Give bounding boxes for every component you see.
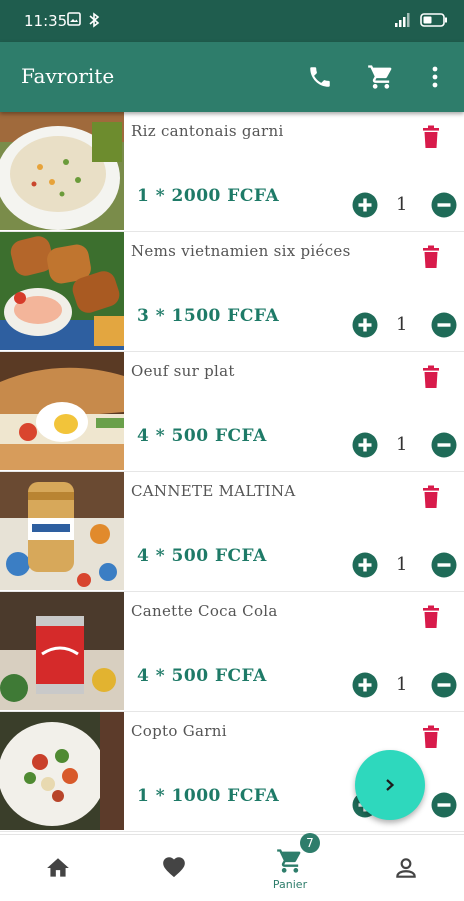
chevron-right-icon [386,779,395,791]
increase-quantity-button[interactable] [352,312,378,338]
status-bar: 11:35 [0,0,464,42]
cart-icon [277,849,301,873]
increase-quantity-button[interactable] [352,552,378,578]
battery-icon [420,13,447,27]
item-price: 1 * 2000 FCFA [137,186,280,206]
delete-icon[interactable] [421,605,441,629]
cart-count-badge: 7 [300,833,320,853]
quantity-value: 1 [396,314,408,335]
item-name: Nems vietnamien six piéces [131,242,351,260]
decrease-quantity-button[interactable] [431,312,457,338]
nav-cart[interactable]: Panier [232,835,348,901]
quantity-value: 1 [396,194,408,215]
delete-icon[interactable] [421,245,441,269]
item-price: 4 * 500 FCFA [137,426,267,446]
delete-icon[interactable] [421,725,441,749]
item-photo [0,472,124,590]
quantity-value: 1 [396,434,408,455]
item-name: Canette Coca Cola [131,602,278,620]
item-photo [0,592,124,710]
nav-home[interactable] [0,835,116,901]
heart-icon [163,857,185,878]
delete-icon[interactable] [421,485,441,509]
decrease-quantity-button[interactable] [431,552,457,578]
quantity-value: 1 [396,674,408,695]
decrease-quantity-button[interactable] [431,192,457,218]
next-fab-button[interactable] [355,750,425,820]
item-price: 4 * 500 FCFA [137,666,267,686]
phone-icon [310,67,330,87]
increase-quantity-button[interactable] [352,672,378,698]
item-price: 3 * 1500 FCFA [137,306,280,326]
cart-item-list: Riz cantonais garni 1 * 2000 FCFA 1 Nems… [0,112,464,832]
call-button[interactable] [305,62,335,92]
app-bar: Favrorite [0,42,464,112]
quantity-value: 1 [396,554,408,575]
more-options-button[interactable] [420,62,450,92]
item-photo [0,112,124,230]
item-photo [0,712,124,830]
gallery-notification-icon [67,12,81,26]
delete-icon[interactable] [421,125,441,149]
increase-quantity-button[interactable] [352,432,378,458]
nav-cart-label: Panier [272,878,308,891]
delete-icon[interactable] [421,365,441,389]
item-name: Oeuf sur plat [131,362,235,380]
item-name: CANNETE MALTINA [131,482,296,500]
increase-quantity-button[interactable] [352,192,378,218]
cart-button[interactable] [366,62,396,92]
cart-item: Nems vietnamien six piéces 3 * 1500 FCFA… [0,232,464,352]
cart-item: CANNETE MALTINA 4 * 500 FCFA 1 [0,472,464,592]
item-price: 1 * 1000 FCFA [137,786,280,806]
item-price: 4 * 500 FCFA [137,546,267,566]
cart-item: Riz cantonais garni 1 * 2000 FCFA 1 [0,112,464,232]
decrease-quantity-button[interactable] [431,792,457,818]
home-icon [47,858,69,877]
item-name: Copto Garni [131,722,227,740]
item-photo [0,232,124,350]
page-title: Favrorite [21,64,115,88]
more-vertical-icon [432,66,438,88]
person-icon [396,858,416,878]
signal-icon [395,13,410,27]
item-photo [0,352,124,470]
decrease-quantity-button[interactable] [431,672,457,698]
cart-item: Canette Coca Cola 4 * 500 FCFA 1 [0,592,464,712]
cart-item: Oeuf sur plat 4 * 500 FCFA 1 [0,352,464,472]
shopping-cart-icon [368,65,392,89]
nav-favorites[interactable] [116,835,232,901]
nav-profile[interactable] [348,835,464,901]
bluetooth-icon [89,12,100,28]
decrease-quantity-button[interactable] [431,432,457,458]
item-name: Riz cantonais garni [131,122,284,140]
status-time: 11:35 [24,12,68,30]
bottom-navigation: Panier [0,834,464,901]
